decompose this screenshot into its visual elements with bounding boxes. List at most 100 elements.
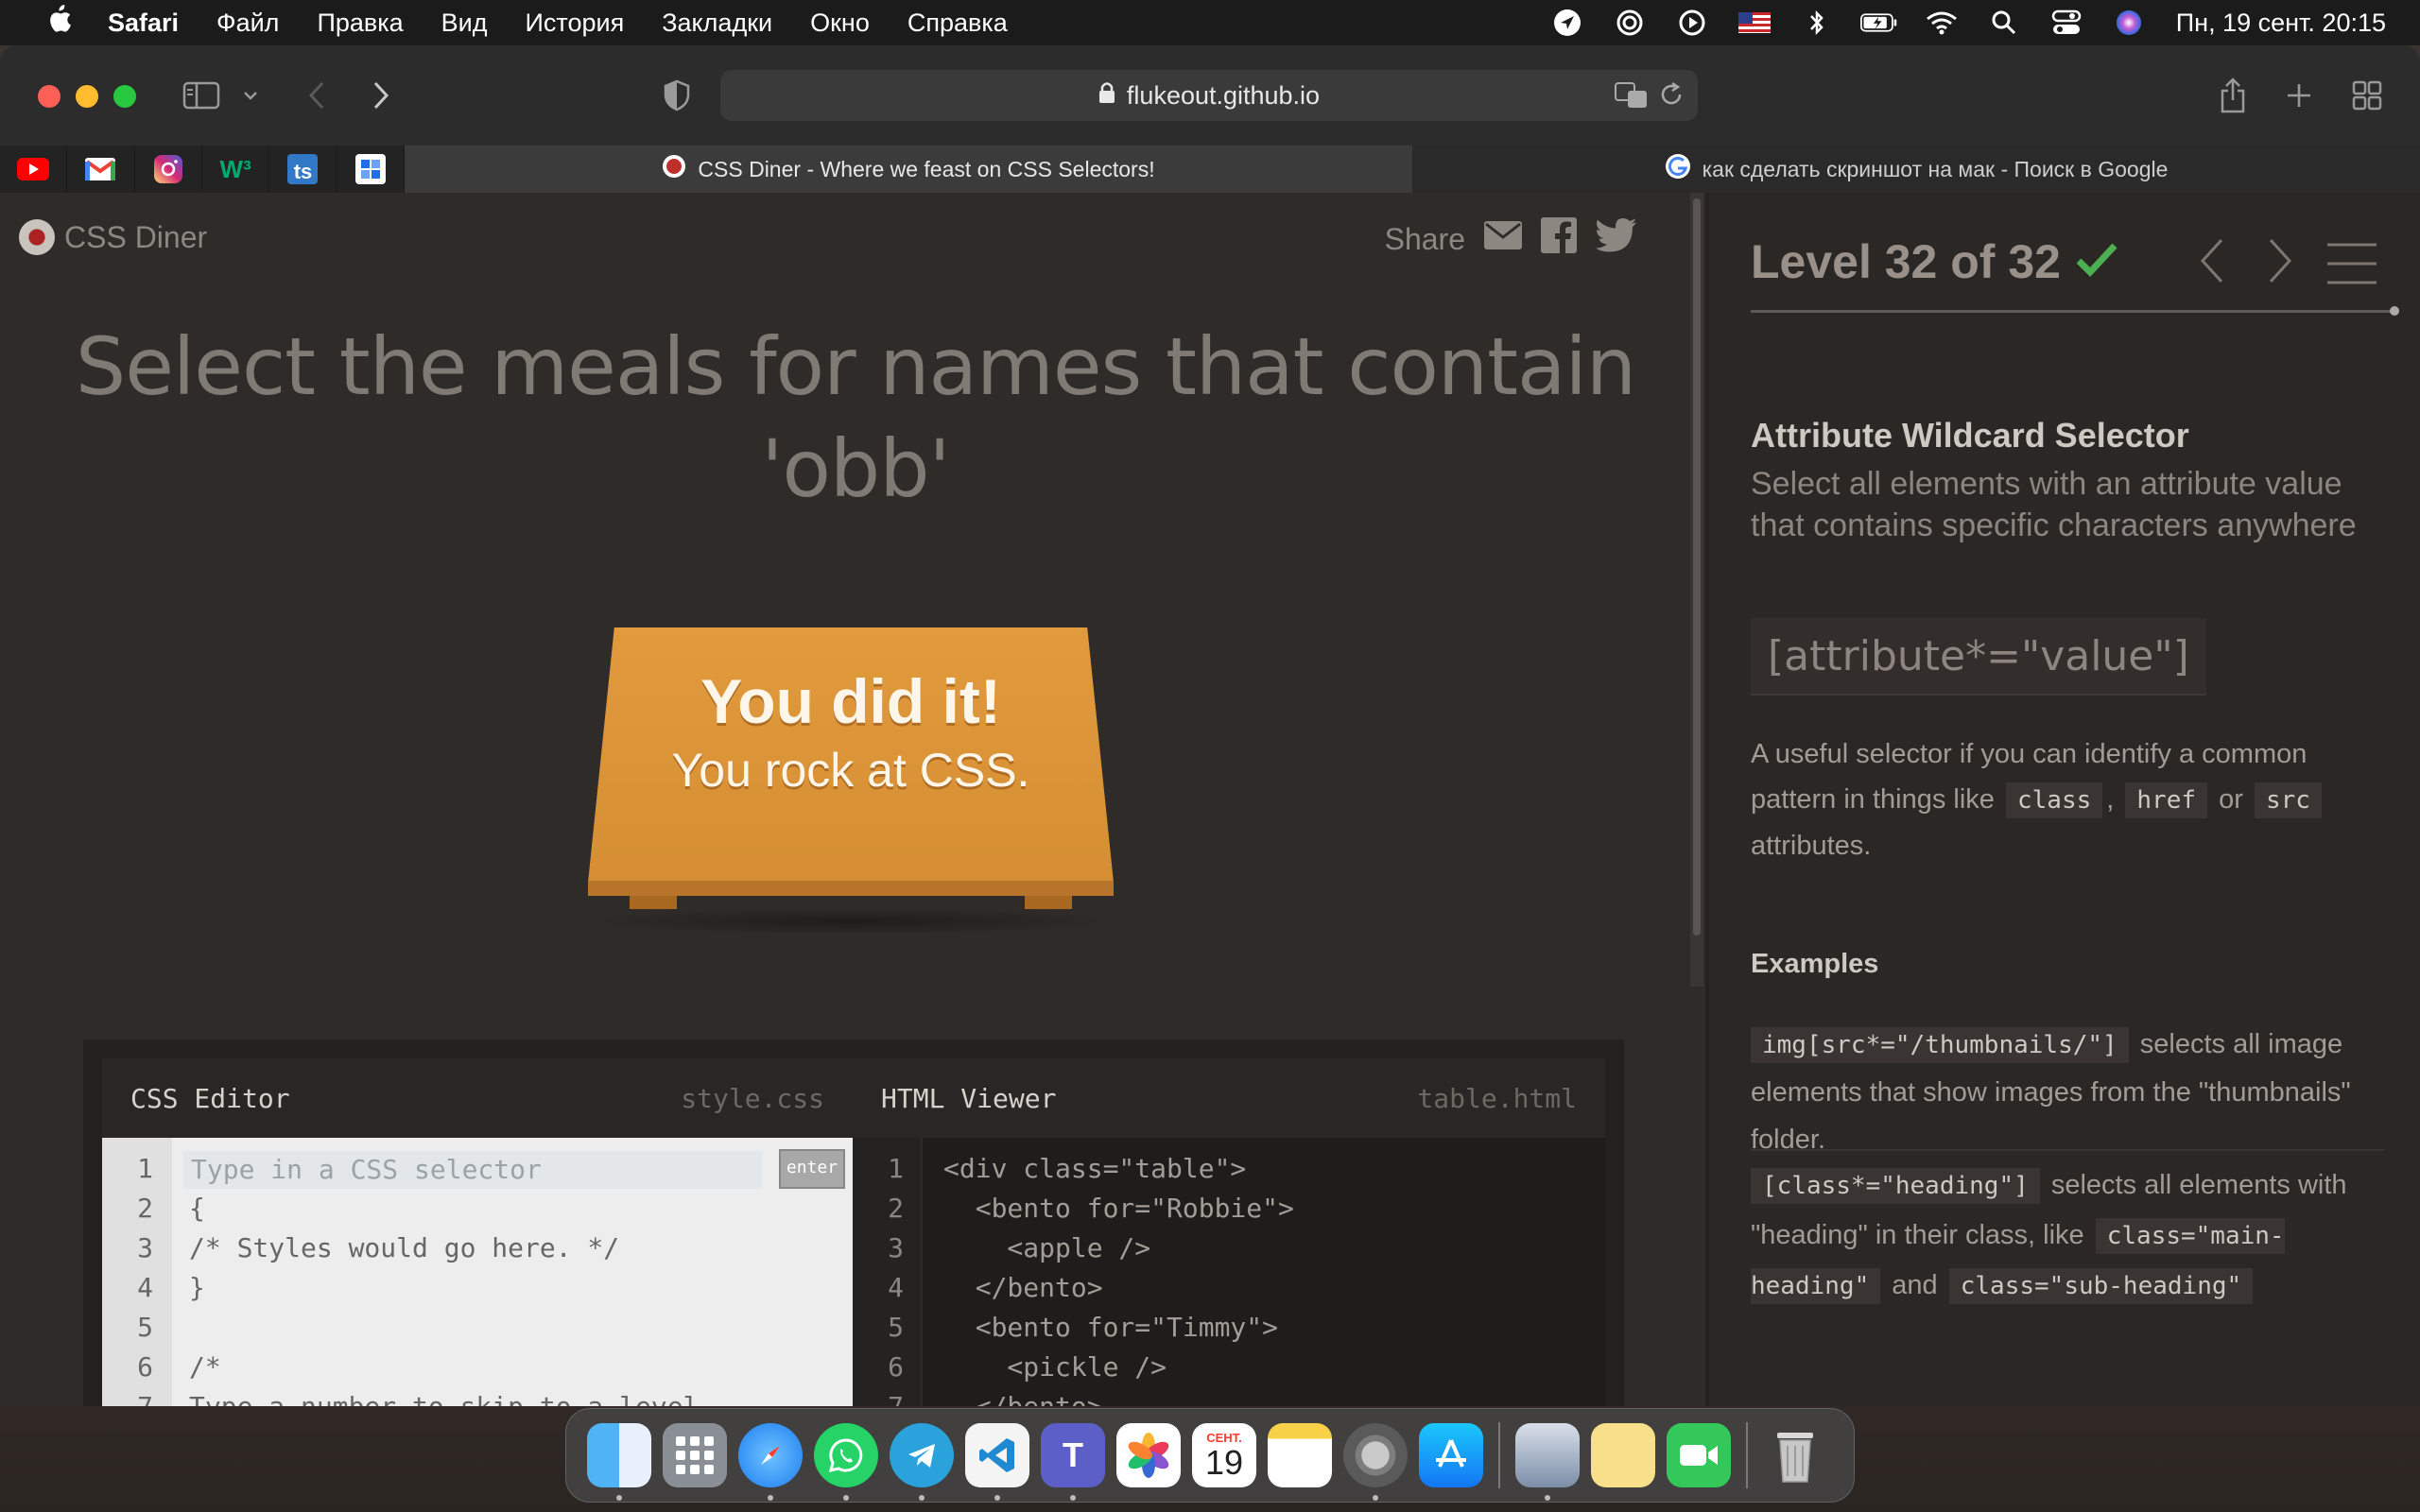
scrollbar-thumb[interactable]	[1693, 198, 1701, 936]
selector-title: Attribute Wildcard Selector	[1751, 416, 2189, 455]
w3schools-icon[interactable]: W³	[202, 146, 270, 193]
apple-menu-icon[interactable]	[38, 4, 79, 42]
menu-bar: Safari Файл Правка Вид История Закладки …	[0, 0, 2420, 45]
back-arrow-icon[interactable]	[301, 74, 333, 117]
facebook-icon[interactable]	[1541, 217, 1577, 261]
css-diner-favicon	[662, 154, 686, 184]
sidebar-toggle-icon[interactable]	[180, 74, 223, 117]
finder-icon[interactable]	[587, 1423, 651, 1501]
safari-compass-icon[interactable]	[738, 1423, 803, 1501]
play-icon[interactable]	[1673, 9, 1711, 37]
dock-separator	[1498, 1422, 1500, 1488]
address-bar[interactable]: flukeout.github.io	[720, 70, 1698, 121]
menu-history[interactable]: История	[526, 9, 625, 38]
trash-icon[interactable]	[1763, 1423, 1827, 1487]
level-progress-knob	[2390, 306, 2399, 316]
menu-help[interactable]: Справка	[908, 9, 1008, 38]
translate-icon[interactable]	[1615, 81, 1649, 116]
photos-icon[interactable]	[1116, 1423, 1181, 1487]
css-editor-filename: style.css	[681, 1082, 824, 1114]
win-message-title: You did it!	[700, 666, 1001, 736]
safari-window: flukeout.github.io W³ ts CSS Diner - Whe…	[0, 45, 2420, 1406]
creative-cloud-icon[interactable]	[1611, 9, 1649, 37]
level-indicator: Level 32 of 32	[1751, 234, 2118, 289]
table-edge	[588, 881, 1114, 896]
previous-level-icon[interactable]	[2197, 236, 2227, 290]
web-page: CSS Diner Share Select the meals for nam…	[0, 193, 2420, 1406]
whatsapp-icon[interactable]	[814, 1423, 878, 1501]
close-window-button[interactable]	[38, 85, 60, 108]
wifi-icon[interactable]	[1923, 9, 1961, 37]
selector-subtitle: Select all elements with an attribute va…	[1751, 466, 2357, 543]
examples-divider	[1751, 1149, 2384, 1151]
battery-icon[interactable]	[1859, 9, 1898, 37]
tab-overview-icon[interactable]	[2348, 74, 2386, 117]
instagram-icon[interactable]	[135, 146, 202, 193]
menu-file[interactable]: Файл	[216, 9, 279, 38]
css-diner-logo[interactable]: CSS Diner	[19, 219, 207, 255]
facetime-icon[interactable]	[1667, 1423, 1731, 1487]
desc-end: attributes.	[1751, 831, 1872, 861]
google-icon	[1665, 153, 1691, 185]
email-icon[interactable]	[1484, 221, 1522, 257]
calendar-icon[interactable]: СЕНТ. 19	[1192, 1423, 1256, 1487]
new-tab-plus-icon[interactable]	[2280, 74, 2318, 117]
browser-toolbar: flukeout.github.io	[0, 45, 2420, 146]
editor-panels: CSS Editor style.css HTML Viewer table.h…	[83, 1040, 1624, 1406]
privacy-shield-icon[interactable]	[658, 74, 696, 117]
app-store-icon[interactable]	[1419, 1423, 1483, 1487]
tab-google-search[interactable]: как сделать скриншот на мак - Поиск в Go…	[1412, 146, 2420, 193]
dock: T СЕНТ. 19	[565, 1408, 1855, 1503]
level-progress-fill	[1751, 310, 2394, 313]
vscode-icon[interactable]	[965, 1423, 1029, 1501]
next-level-icon[interactable]	[2265, 236, 2295, 290]
bluetooth-icon[interactable]	[1798, 9, 1836, 37]
gmail-icon[interactable]	[67, 146, 135, 193]
menu-bookmarks[interactable]: Закладки	[662, 9, 772, 38]
spotlight-search-icon[interactable]	[1985, 9, 2023, 37]
win-message: You did it! You rock at CSS.	[588, 662, 1114, 799]
html-viewer-title: HTML Viewer	[881, 1082, 1057, 1114]
selector-syntax: [attribute*="value"]	[1751, 618, 2206, 696]
notes-icon[interactable]	[1268, 1423, 1332, 1487]
preview-icon[interactable]	[1515, 1423, 1580, 1501]
menu-hamburger-icon[interactable]	[2325, 242, 2378, 290]
teams-icon[interactable]: T	[1041, 1423, 1105, 1501]
typescript-icon[interactable]: ts	[269, 146, 337, 193]
us-flag-icon[interactable]	[1736, 9, 1773, 37]
chevron-down-icon[interactable]	[238, 74, 263, 117]
forward-arrow-icon[interactable]	[365, 74, 397, 117]
tab-css-diner[interactable]: CSS Diner - Where we feast on CSS Select…	[405, 146, 1412, 193]
control-center-icon[interactable]	[2048, 9, 2085, 37]
stickies-icon[interactable]	[1591, 1423, 1655, 1487]
menu-app-safari[interactable]: Safari	[108, 9, 179, 38]
telegram-icon[interactable]	[890, 1423, 954, 1501]
menu-view[interactable]: Вид	[441, 9, 488, 38]
examples-heading: Examples	[1751, 949, 1879, 979]
siri-icon[interactable]	[2110, 9, 2148, 37]
zoom-window-button[interactable]	[113, 85, 136, 108]
menu-edit[interactable]: Правка	[317, 9, 403, 38]
menu-window[interactable]: Окно	[810, 9, 870, 38]
twitter-icon[interactable]	[1596, 218, 1637, 260]
dropbox-like-icon[interactable]	[337, 146, 405, 193]
css-editor-title: CSS Editor	[130, 1082, 290, 1114]
location-icon[interactable]	[1548, 9, 1586, 37]
address-url: flukeout.github.io	[1126, 80, 1321, 110]
html-viewer-code[interactable]: <div class="table"> <bento for="Robbie">…	[943, 1149, 1294, 1406]
example-1: img[src*="/thumbnails/"] selects all ima…	[1751, 1021, 2384, 1163]
w3schools-label: W³	[219, 154, 251, 183]
example-1-code: img[src*="/thumbnails/"]	[1751, 1027, 2129, 1063]
minimize-window-button[interactable]	[76, 85, 98, 108]
page-scrollbar[interactable]	[1690, 193, 1703, 987]
desc-code-class: class	[2006, 782, 2103, 818]
menubar-clock[interactable]: Пн, 19 сент. 20:15	[2176, 9, 2386, 38]
reload-icon[interactable]	[1658, 81, 1685, 114]
youtube-icon[interactable]	[0, 146, 68, 193]
tab-label: CSS Diner - Where we feast on CSS Select…	[698, 156, 1155, 181]
enter-button[interactable]: enter	[779, 1149, 845, 1189]
css-selector-input[interactable]: Type in a CSS selector	[183, 1151, 762, 1189]
share-icon[interactable]	[2214, 74, 2252, 117]
launchpad-icon[interactable]	[663, 1423, 727, 1487]
system-settings-gear-icon[interactable]	[1343, 1423, 1408, 1501]
